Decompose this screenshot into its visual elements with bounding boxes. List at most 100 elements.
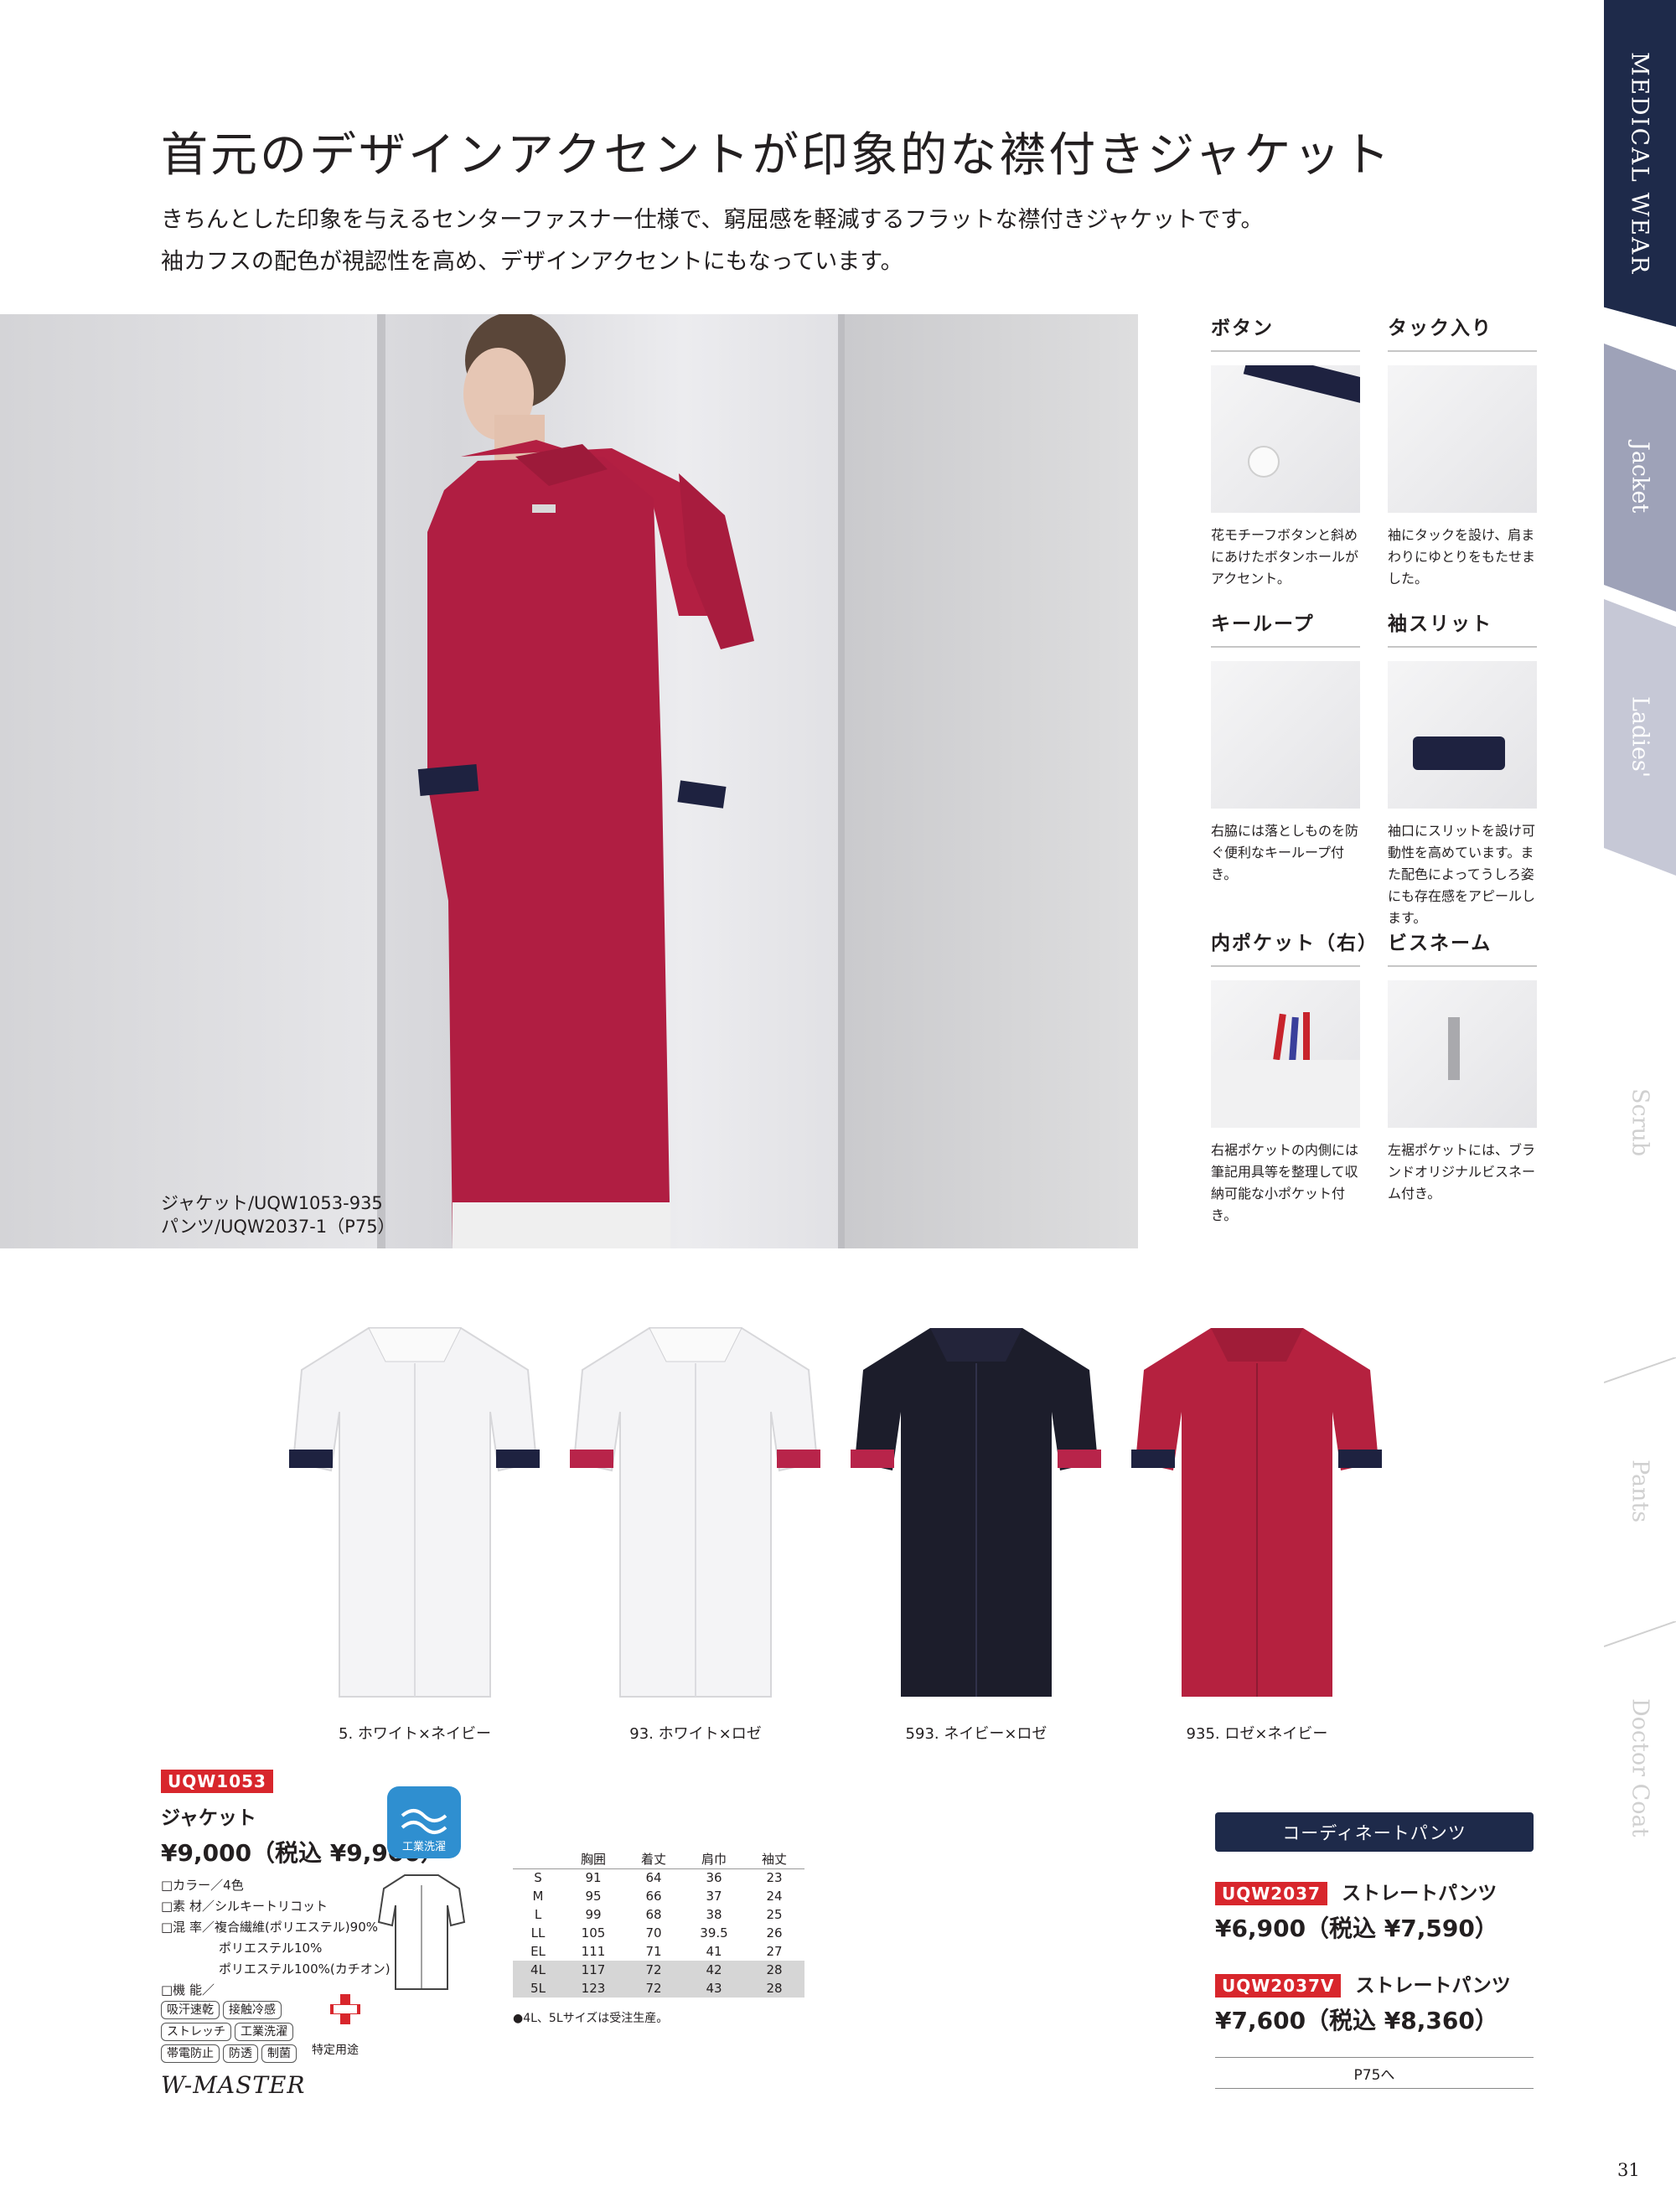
coordinate-item-1[interactable]: UQW2037 ストレートパンツ ¥6,900（税込 ¥7,590） (1215, 1877, 1498, 1944)
spec-line: □素 材／シルキートリコット (161, 1899, 328, 1914)
detail-text: 袖口にスリットを設け可動性を高めています。また配色によってうしろ姿にも存在感をア… (1388, 823, 1536, 926)
detail-photo-button (1211, 365, 1360, 513)
detail-photo-sleeve (1388, 661, 1537, 809)
size-cell: 37 (706, 1889, 722, 1904)
size-cell: 111 (581, 1944, 606, 1959)
size-cell: 5L (513, 1979, 563, 1998)
table-row: M 95 66 37 24 (513, 1887, 804, 1905)
hero-photo (0, 314, 1138, 1248)
size-cell: 64 (645, 1870, 662, 1886)
coordinate-price: ¥7,600（税込 ¥8,360） (1215, 2007, 1498, 2034)
product-jacket-navy-rose (851, 1328, 1101, 1697)
caption-jacket: ジャケット/UQW1053-935 (161, 1193, 383, 1213)
size-cell: 28 (744, 1979, 804, 1998)
jacket-line-drawing (377, 1874, 466, 1990)
model-figure (417, 314, 754, 1248)
tab-label: Ladies' (1627, 696, 1653, 778)
size-cell: 24 (766, 1889, 783, 1904)
size-cell: 36 (706, 1870, 722, 1886)
size-cell: 25 (766, 1907, 783, 1922)
headline: 首元のデザインアクセントが印象的な襟付きジャケット (161, 128, 1393, 183)
size-cell: 99 (585, 1907, 602, 1922)
size-cell: 105 (581, 1925, 606, 1941)
spec-line: □混 率／複合繊維(ポリエステル)90% (161, 1920, 378, 1935)
coordinate-name: ストレートパンツ (1342, 1883, 1498, 1904)
tab-jacket[interactable]: Jacket (1604, 344, 1676, 612)
detail-photo-tuck (1388, 365, 1537, 513)
detail-title: 内ポケット（右） (1211, 933, 1379, 954)
size-cell: 28 (744, 1961, 804, 1979)
page-reference-link[interactable]: P75へ (1215, 2063, 1534, 2084)
size-header: 着丈 (623, 1850, 684, 1869)
page-number: 31 (1617, 2160, 1640, 2180)
function-chip: 帯電防止 (161, 2044, 220, 2063)
side-index-tabs: MEDICAL WEAR Jacket Ladies' Scrub Pants … (1604, 0, 1676, 2212)
size-cell: 27 (766, 1944, 783, 1959)
table-row: 4L 117 72 42 28 (513, 1961, 804, 1979)
product-specs: □カラー／4色 □素 材／シルキートリコット □混 率／複合繊維(ポリエステル)… (161, 1875, 391, 2001)
detail-rule (1211, 965, 1360, 967)
detail-button: ボタン 花モチーフボタンと斜めにあけたボタンホールがアクセント。 (1211, 312, 1367, 590)
detail-bisname: ビスネーム 左裾ポケットには、ブランドオリジナルビスネーム付き。 (1388, 927, 1544, 1205)
function-chip: 接触冷感 (223, 2001, 282, 2019)
coordinate-item-2[interactable]: UQW2037V ストレートパンツ ¥7,600（税込 ¥8,360） (1215, 1969, 1511, 2036)
detail-text: 左裾ポケットには、ブランドオリジナルビスネーム付き。 (1388, 1142, 1536, 1202)
coordinate-code-badge: UQW2037 (1215, 1882, 1327, 1905)
size-cell: 70 (645, 1925, 662, 1941)
table-row: 5L 123 72 43 28 (513, 1979, 804, 1998)
size-cell: 23 (766, 1870, 783, 1886)
size-cell: 26 (766, 1925, 783, 1941)
lead-line-1: きちんとした印象を与えるセンターファスナー仕様で、窮屈感を軽減するフラットな襟付… (161, 207, 1264, 233)
caption-pants: パンツ/UQW2037-1（P75） (161, 1217, 396, 1237)
wash-label: 工業洗濯 (401, 1841, 446, 1853)
divider (1215, 2088, 1534, 2089)
color-label: 593. ネイビー×ロゼ (905, 1725, 1048, 1743)
function-chips: 吸汗速乾 接触冷感 ストレッチ 工業洗濯 帯電防止 防透 制菌 (161, 2001, 300, 2063)
tab-label: Jacket (1627, 442, 1653, 514)
size-cell: M (532, 1889, 544, 1904)
detail-title: キーループ (1211, 613, 1315, 635)
function-chip: 工業洗濯 (235, 2023, 293, 2041)
color-label: 93. ホワイト×ロゼ (629, 1725, 762, 1743)
tab-divider (1604, 1357, 1676, 1383)
size-cell: 68 (645, 1907, 662, 1922)
size-cell: 123 (563, 1979, 623, 1998)
tab-medical-wear[interactable]: MEDICAL WEAR (1604, 0, 1676, 327)
size-cell: EL (530, 1944, 546, 1959)
size-cell: 41 (706, 1944, 722, 1959)
detail-title: タック入り (1388, 318, 1492, 339)
detail-rule (1211, 646, 1360, 648)
product-jacket-rose-navy (1131, 1328, 1382, 1697)
size-cell: 91 (585, 1870, 602, 1886)
size-cell: 39.5 (700, 1925, 728, 1941)
sek-label: 特定用途 (312, 2044, 359, 2057)
color-label: 935. ロゼ×ネイビー (1186, 1725, 1328, 1743)
tab-scrub[interactable]: Scrub (1604, 1031, 1676, 1215)
size-cell: S (534, 1870, 542, 1886)
product-jacket-white-navy (289, 1327, 540, 1698)
table-row: L 99 68 38 25 (513, 1905, 804, 1924)
brand-logo: W-MASTER (161, 2071, 306, 2099)
size-cell: 42 (684, 1961, 744, 1979)
product-jacket-white-rose (570, 1327, 820, 1698)
table-row: LL 105 70 39.5 26 (513, 1924, 804, 1942)
divider (1215, 2057, 1534, 2058)
tab-pants[interactable]: Pants (1604, 1408, 1676, 1575)
function-chip: 制菌 (261, 2044, 297, 2063)
coordinate-code-badge: UQW2037V (1215, 1974, 1342, 1998)
wave-icon (401, 1809, 447, 1834)
spec-line: ポリエステル10% (219, 1941, 323, 1956)
size-table: 胸囲 着丈 肩巾 袖丈 S 91 64 36 23 M 95 66 37 24 L 99 68 38 2… (513, 1850, 804, 1998)
size-header: 袖丈 (744, 1850, 804, 1869)
sek-mark-icon (330, 1994, 360, 2024)
coordinate-price: ¥6,900（税込 ¥7,590） (1215, 1915, 1498, 1942)
lead-text: きちんとした印象を与えるセンターファスナー仕様で、窮屈感を軽減するフラットな襟付… (161, 199, 1263, 283)
detail-inner-pocket: 内ポケット（右） 右裾ポケットの内側には筆記用具等を整理して収納可能な小ポケット… (1211, 927, 1379, 1227)
tab-doctor-coat[interactable]: Doctor Coat (1604, 1667, 1676, 1868)
detail-rule (1388, 350, 1537, 352)
function-chip: 防透 (223, 2044, 258, 2063)
tab-ladies[interactable]: Ladies' (1604, 599, 1676, 876)
size-note: ●4L、5Lサイズは受注生産。 (513, 2012, 669, 2025)
color-label: 5. ホワイト×ネイビー (339, 1725, 491, 1743)
detail-text: 花モチーフボタンと斜めにあけたボタンホールがアクセント。 (1211, 527, 1359, 587)
